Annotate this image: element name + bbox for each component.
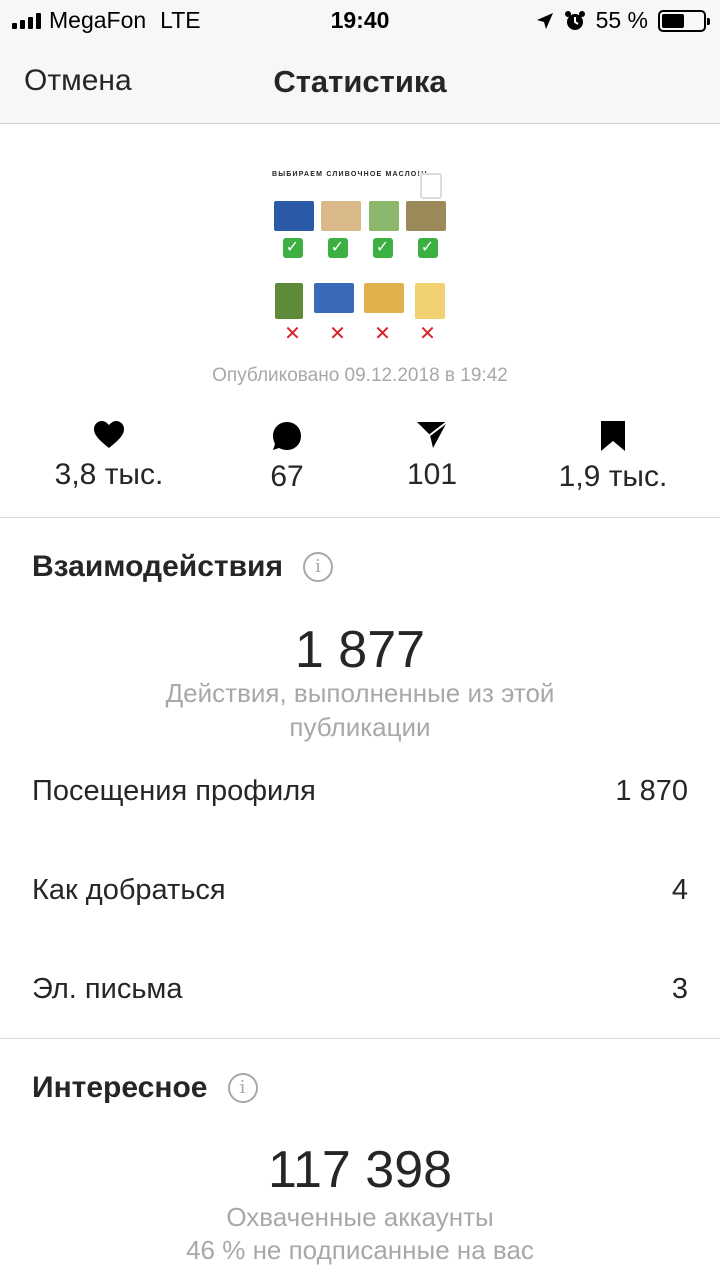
location-arrow-icon (536, 12, 553, 29)
metric-label: Посещения профиля (32, 775, 316, 807)
rejected-products-row (270, 283, 450, 319)
product-pack (414, 283, 445, 319)
info-icon[interactable]: i (227, 1073, 258, 1103)
metric-value: 4 (671, 874, 688, 906)
post-image-caption: ВЫБИРАЕМ СЛИВОЧНОЕ МАСЛО!!! (272, 171, 429, 178)
direct-share-icon (417, 421, 448, 448)
product-pack (273, 201, 314, 231)
product-pack (364, 283, 405, 313)
comments-count: 67 (270, 460, 304, 493)
metric-row-emails: Эл. письма 3 (32, 973, 688, 1006)
likes-stat: 3,8 тыс. (39, 420, 179, 492)
page-title: Статистика (273, 64, 447, 99)
reached-accounts-label: Охваченные аккаунты (226, 1202, 494, 1232)
product-pack (275, 283, 304, 319)
metric-row-directions: Как добраться 4 (32, 874, 688, 907)
navigation-bar: Отмена Статистика (0, 40, 720, 124)
alarm-clock-icon (564, 10, 585, 30)
status-right: 55 % (536, 7, 710, 34)
comments-stat: 67 (237, 420, 337, 494)
battery-fill (662, 13, 684, 28)
metric-label: Как добраться (32, 874, 226, 906)
divider (0, 517, 720, 518)
info-icon[interactable]: i (302, 552, 333, 582)
cross-marks-row: ✕ ✕ ✕ ✕ (270, 323, 450, 345)
bookmark-icon (601, 421, 625, 451)
heart-icon (94, 421, 124, 448)
product-pack (313, 283, 354, 313)
check-icon: ✓ (408, 235, 448, 258)
check-marks-row: ✓ ✓ ✓ ✓ (270, 235, 450, 258)
status-bar: MegaFon LTE 19:40 55 % (0, 0, 720, 40)
cross-icon: ✕ (284, 323, 301, 345)
cross-icon: ✕ (419, 323, 436, 345)
metric-value: 1 870 (615, 775, 688, 807)
likes-count: 3,8 тыс. (54, 458, 164, 491)
discovery-section-title: Интересное i (32, 1071, 258, 1105)
divider (0, 1038, 720, 1039)
battery-percent: 55 % (595, 7, 648, 33)
interactions-title: Взаимодействия (32, 550, 283, 583)
interactions-section-title: Взаимодействия i (32, 550, 333, 584)
saves-count: 1,9 тыс. (558, 460, 668, 493)
interactions-total: 1 877 (294, 621, 426, 679)
check-icon: ✓ (273, 235, 313, 258)
approved-products-row (270, 201, 450, 231)
product-pack (321, 201, 362, 231)
comment-icon (273, 422, 301, 450)
post-stats: 3,8 тыс. 67 101 1,9 тыс. (0, 420, 720, 516)
cross-icon: ✕ (329, 323, 346, 345)
cross-icon: ✕ (374, 323, 391, 345)
shares-stat: 101 (382, 420, 482, 492)
non-followers-percent: 46 % не подписанные на вас (186, 1235, 534, 1265)
battery-icon (658, 9, 710, 32)
metric-label: Эл. письма (32, 973, 183, 1005)
multi-post-icon (420, 173, 442, 199)
published-date: Опубликовано 09.12.2018 в 19:42 (212, 365, 508, 386)
product-pack (368, 201, 399, 231)
shares-count: 101 (406, 458, 458, 491)
check-icon: ✓ (363, 235, 403, 258)
interactions-description: Действия, выполненные из этой публикации (165, 678, 555, 742)
saves-stat: 1,9 тыс. (543, 420, 683, 494)
metric-value: 3 (671, 973, 688, 1005)
metric-row-profile-visits: Посещения профиля 1 870 (32, 775, 688, 808)
discovery-title: Интересное (32, 1071, 208, 1104)
post-thumbnail[interactable]: ВЫБИРАЕМ СЛИВОЧНОЕ МАСЛО!!! ✓ ✓ ✓ ✓ ✕ ✕ … (270, 165, 450, 350)
discovery-total: 117 398 (267, 1141, 453, 1199)
check-icon: ✓ (318, 235, 358, 258)
product-pack (406, 201, 447, 231)
